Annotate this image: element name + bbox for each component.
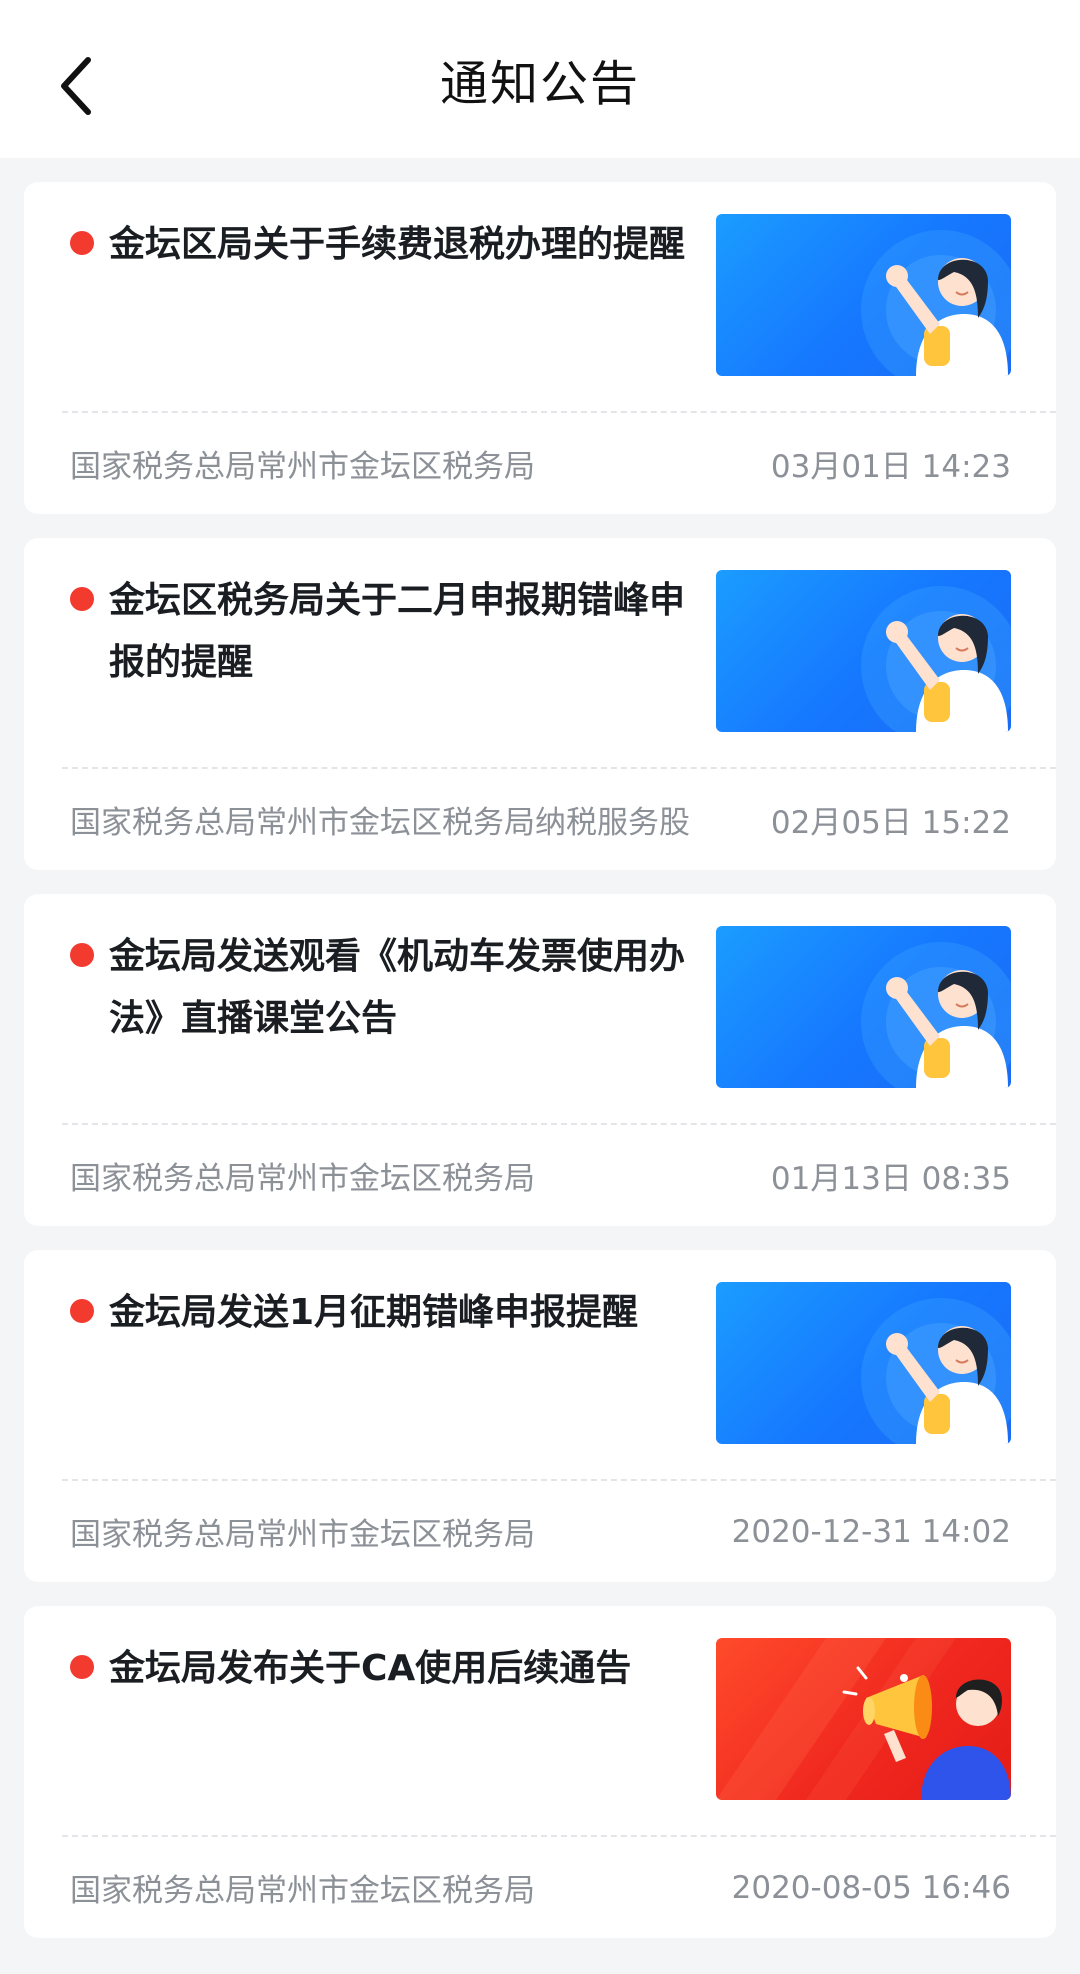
unread-dot [70, 943, 94, 967]
megaphone-illustration [716, 1638, 1011, 1800]
notice-thumbnail [716, 1282, 1011, 1444]
notice-title: 金坛局发送观看《机动车发票使用办法》直播课堂公告 [109, 936, 686, 1039]
notice-thumbnail [716, 1638, 1011, 1800]
notice-time: 01月13日 08:35 [770, 1161, 1011, 1197]
notice-card[interactable]: 金坛区税务局关于二月申报期错峰申报的提醒 国家税务总局常州市金坛区税务局纳税服务… [24, 538, 1056, 870]
notice-thumbnail [716, 214, 1011, 376]
notice-title: 金坛区局关于手续费退税办理的提醒 [109, 224, 686, 265]
notice-time: 03月01日 14:23 [770, 449, 1011, 485]
notice-card[interactable]: 金坛局发送观看《机动车发票使用办法》直播课堂公告 国家税务总局常州市金坛区税务局… [24, 894, 1056, 1226]
notice-title: 金坛区税务局关于二月申报期错峰申报的提醒 [109, 580, 686, 683]
notice-title: 金坛局发布关于CA使用后续通告 [109, 1648, 632, 1689]
notice-list: 金坛区局关于手续费退税办理的提醒 国家税务总局常州市金坛区税务局 03月01日 … [0, 158, 1080, 1938]
notice-source: 国家税务总局常州市金坛区税务局 [70, 1517, 535, 1553]
top-bar: 通知公告 [0, 0, 1080, 158]
woman-waving-illustration [861, 586, 1011, 732]
notice-thumbnail [716, 570, 1011, 732]
woman-waving-illustration [861, 942, 1011, 1088]
notice-source: 国家税务总局常州市金坛区税务局纳税服务股 [70, 805, 690, 841]
notice-time: 2020-12-31 14:02 [731, 1513, 1011, 1550]
woman-waving-illustration [861, 1298, 1011, 1444]
notice-time: 2020-08-05 16:46 [731, 1869, 1011, 1906]
notice-card[interactable]: 金坛局发送1月征期错峰申报提醒 国家税务总局常州市金坛区税务局 2020-12-… [24, 1250, 1056, 1582]
notice-card[interactable]: 金坛局发布关于CA使用后续通告 国家税务总局常州市金坛区税务局 2020-08-… [24, 1606, 1056, 1938]
notice-title: 金坛局发送1月征期错峰申报提醒 [109, 1292, 639, 1333]
unread-dot [70, 587, 94, 611]
unread-dot [70, 231, 94, 255]
notice-card[interactable]: 金坛区局关于手续费退税办理的提醒 国家税务总局常州市金坛区税务局 03月01日 … [24, 182, 1056, 514]
notice-source: 国家税务总局常州市金坛区税务局 [70, 1161, 535, 1197]
notice-time: 02月05日 15:22 [770, 805, 1011, 841]
notice-thumbnail [716, 926, 1011, 1088]
page-title: 通知公告 [439, 56, 640, 112]
woman-waving-illustration [861, 230, 1011, 376]
unread-dot [70, 1299, 94, 1323]
unread-dot [70, 1655, 94, 1679]
notice-source: 国家税务总局常州市金坛区税务局 [70, 449, 535, 485]
notice-source: 国家税务总局常州市金坛区税务局 [70, 1873, 535, 1909]
